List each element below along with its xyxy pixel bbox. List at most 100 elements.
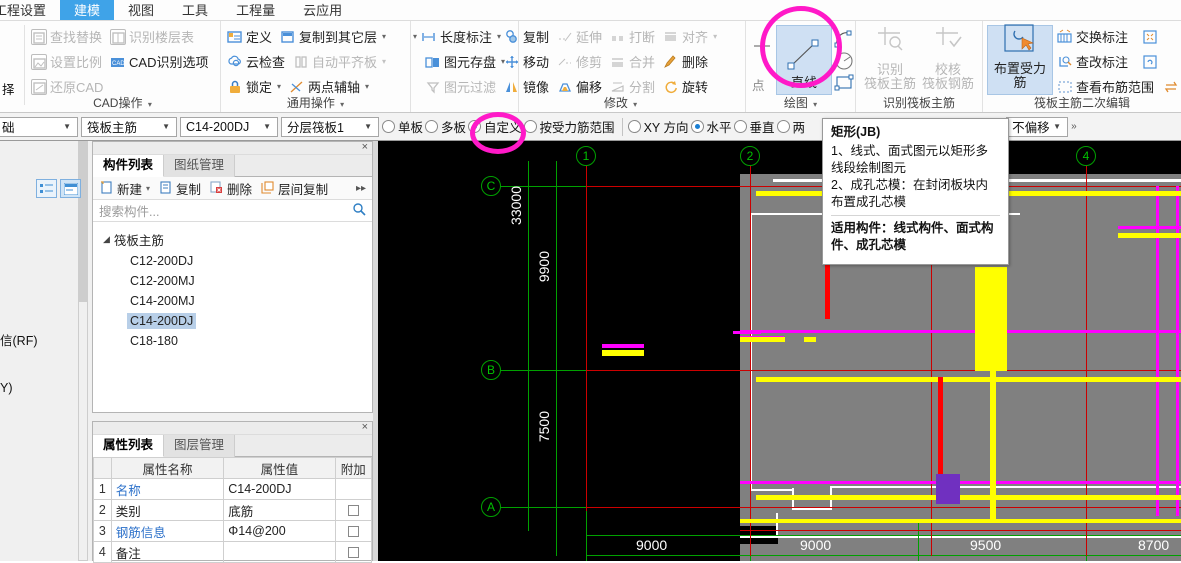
ribbon-btn-extra-2[interactable] (1134, 50, 1164, 74)
point-draw-icon[interactable] (752, 35, 774, 57)
chevron-down-icon[interactable]: ▾ (365, 82, 369, 91)
row-property-name[interactable]: 钢筋信息 (110, 520, 225, 542)
chevron-down-icon[interactable]: ▼ (259, 122, 275, 131)
ribbon-btn-copy[interactable]: 复制 (502, 25, 555, 49)
ribbon-btn-merge[interactable]: 合并 (608, 50, 661, 74)
ribbon-btn-element-filter[interactable]: 图元过滤 (423, 75, 502, 99)
chevron-down-icon[interactable]: ▼ (360, 122, 376, 131)
search-component-input[interactable]: 搜索构件... (93, 200, 372, 222)
btn-copy-component[interactable]: 复制 (155, 179, 204, 198)
ribbon-btn-check-raft-rebar[interactable]: 校核 筏板钢筋 (920, 25, 976, 95)
ribbon-group-title-modify[interactable]: 修改 ▾ (496, 94, 745, 111)
scrollbar-thumb[interactable] (79, 142, 87, 302)
level-combo[interactable]: 础 ▼ (0, 116, 78, 137)
radio-xy-direction[interactable]: XY 方向 (627, 117, 689, 136)
offset-combo[interactable]: 不偏移 ▼ (1006, 116, 1069, 137)
ribbon-btn-trim[interactable]: 修剪 (555, 50, 608, 74)
radio-custom[interactable]: 自定义 (468, 117, 522, 136)
menu-item-project-settings[interactable]: 工程设置 (0, 0, 60, 20)
axis-circle-c[interactable]: C (481, 176, 501, 196)
axis-circle-b[interactable]: B (481, 360, 501, 380)
attach-checkbox[interactable] (347, 505, 359, 517)
tab-drawing-management[interactable]: 图纸管理 (164, 155, 236, 177)
ribbon-btn-set-scale[interactable]: 设置比例 (29, 50, 108, 74)
tree-item-c18-180[interactable]: C18-180 (93, 331, 372, 351)
radio-two[interactable]: 两 (776, 117, 805, 136)
left-dock-scrollbar[interactable] (78, 141, 88, 561)
ribbon-group-title-drawing[interactable]: 绘图 ▾ (746, 94, 855, 111)
btn-detail-view[interactable] (60, 179, 81, 198)
ribbon-btn-edit-dimension[interactable]: 查改标注 (1055, 50, 1134, 74)
row-property-value[interactable]: 底筋 (223, 499, 336, 521)
radio-dot[interactable] (776, 120, 790, 133)
menu-item-view[interactable]: 视图 (114, 0, 168, 20)
search-icon[interactable] (352, 202, 366, 219)
btn-delete-component[interactable]: 删除 (206, 179, 255, 198)
ribbon-btn-move[interactable]: 移动 (502, 50, 555, 74)
table-row[interactable]: 3 钢筋信息 Φ14@200 (93, 520, 373, 542)
ribbon-btn-extend[interactable]: 延伸 (555, 25, 608, 49)
table-row[interactable]: 4 备注 (93, 541, 373, 563)
circle-draw-icon[interactable] (834, 51, 854, 71)
close-icon[interactable]: × (362, 421, 368, 433)
axis-circle-4[interactable]: 4 (1076, 146, 1096, 166)
axis-circle-1[interactable]: 1 (576, 146, 596, 166)
radio-single-slab[interactable]: 单板 (382, 117, 423, 136)
tree-root-raft-main-rebar[interactable]: ◢ 筏板主筋 (93, 228, 372, 251)
chevron-down-icon[interactable]: ▼ (158, 122, 174, 131)
table-row[interactable]: 2 类别 底筋 (93, 499, 373, 521)
radio-dot[interactable] (425, 120, 439, 133)
ribbon-btn-recognize-floor-table[interactable]: 识别楼层表 (108, 25, 200, 49)
menu-item-tools[interactable]: 工具 (168, 0, 222, 20)
layer-combo[interactable]: 分层筏板1 ▼ (281, 116, 379, 137)
toolbar-overflow-button[interactable]: ▸▸ (353, 183, 369, 194)
radio-horizontal[interactable]: 水平 (690, 117, 732, 136)
radio-dot[interactable] (468, 120, 482, 133)
radio-multi-slab[interactable]: 多板 (425, 117, 466, 136)
chevron-expanded-icon[interactable]: ◢ (103, 234, 110, 245)
rectangle-draw-icon[interactable] (834, 73, 854, 93)
radio-dot[interactable] (382, 120, 395, 133)
ribbon-group-title-general-operations[interactable]: 通用操作 ▾ (221, 94, 410, 111)
chevron-down-icon[interactable]: ▼ (1049, 122, 1065, 131)
ribbon-group-title-cad-operations[interactable]: CAD操作 ▾ (25, 94, 220, 111)
ribbon-select-label[interactable]: 择 (2, 79, 15, 98)
radio-dot[interactable] (523, 120, 537, 133)
ribbon-btn-delete[interactable]: 删除 (661, 50, 714, 74)
axis-circle-a[interactable]: A (481, 497, 501, 517)
chevron-down-icon[interactable]: ▾ (382, 57, 386, 66)
ribbon-btn-recognize-raft-main-rebar[interactable]: 识别 筏板主筋 (862, 25, 918, 95)
tab-component-list[interactable]: 构件列表 (93, 155, 165, 177)
ribbon-btn-extra-1[interactable] (1134, 25, 1164, 49)
radio-dot[interactable] (627, 120, 641, 133)
row-property-value[interactable] (223, 541, 336, 563)
axis-circle-2[interactable]: 2 (740, 146, 760, 166)
radio-by-stress-rebar-range[interactable]: 按受力筋范围 (523, 117, 615, 136)
chevron-down-icon[interactable]: ▾ (277, 82, 281, 91)
component-type-combo[interactable]: 筏板主筋 ▼ (81, 116, 177, 137)
btn-list-view[interactable] (36, 179, 57, 198)
arc-draw-icon[interactable] (834, 29, 854, 49)
radio-vertical[interactable]: 垂直 (733, 117, 775, 136)
ribbon-btn-align[interactable]: 对齐 ▾ (661, 25, 723, 49)
table-row[interactable]: 1 名称 C14-200DJ (93, 478, 373, 500)
tree-item-c12-200dj[interactable]: C12-200DJ (93, 251, 372, 271)
tree-item-c14-200mj[interactable]: C14-200MJ (93, 291, 372, 311)
chevron-down-icon[interactable]: ▾ (713, 32, 717, 41)
menu-item-quantity[interactable]: 工程量 (222, 0, 289, 20)
ribbon-btn-cad-recognize-options[interactable]: CAD CAD识别选项 (108, 50, 214, 74)
row-property-value[interactable]: C14-200DJ (223, 478, 336, 500)
ribbon-btn-define[interactable]: 定义 (225, 25, 278, 49)
tree-item-c14-200dj[interactable]: C14-200DJ (93, 311, 372, 331)
ribbon-btn-cloud-check[interactable]: 云检查 (225, 50, 291, 74)
btn-copy-between-floors[interactable]: 层间复制 (257, 179, 331, 198)
ribbon-btn-swap-dimension[interactable]: 交换标注 (1055, 25, 1134, 49)
ribbon-btn-layout-stress-rebar[interactable]: 布置受力筋 (987, 24, 1053, 95)
row-property-name[interactable]: 名称 (110, 478, 225, 500)
chevron-down-icon[interactable]: ▾ (146, 184, 150, 193)
chevron-down-icon[interactable]: ▾ (413, 32, 417, 41)
ribbon-btn-find-replace[interactable]: 查找替换 (29, 25, 108, 49)
attach-checkbox[interactable] (347, 526, 359, 538)
ribbon-btn-length-dimension[interactable]: 长度标注 ▾ (419, 25, 507, 49)
ribbon-btn-line-draw[interactable]: 直线 (776, 25, 832, 95)
